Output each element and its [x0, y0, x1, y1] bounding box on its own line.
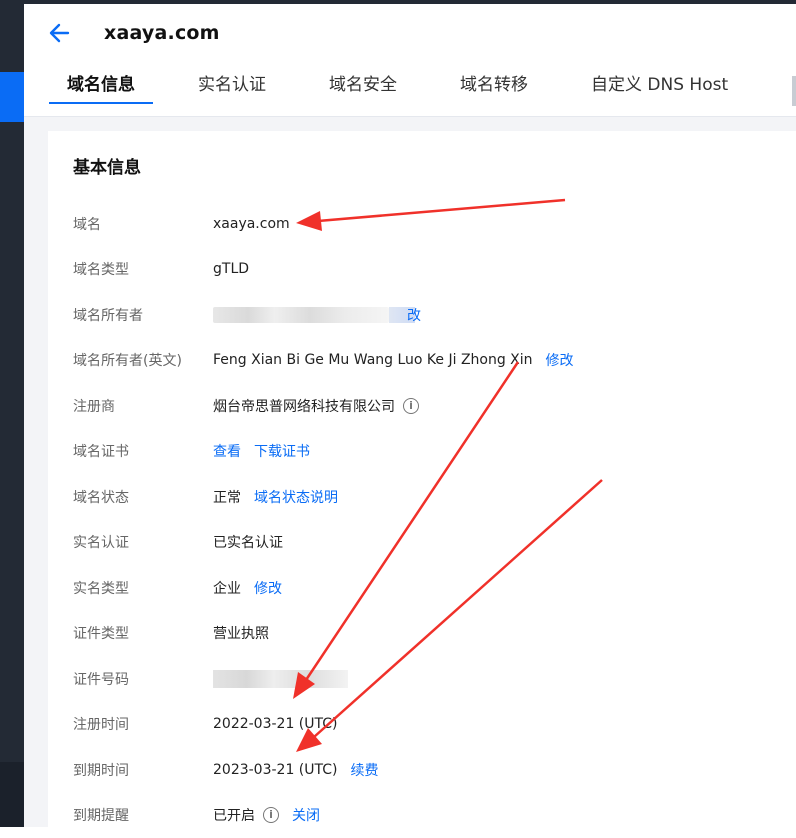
- row-domain-type: 域名类型 gTLD: [73, 247, 796, 293]
- row-domain: 域名 xaaya.com: [73, 201, 796, 247]
- redacted-owner-name: [213, 307, 389, 323]
- registrar-text: 烟台帝思普网络科技有限公司: [213, 396, 395, 416]
- tab-domain-transfer[interactable]: 域名转移: [442, 72, 546, 104]
- disable-reminder-link[interactable]: 关闭: [292, 805, 320, 825]
- label-owner-en: 域名所有者(英文): [73, 350, 213, 370]
- row-owner-en: 域名所有者(英文) Feng Xian Bi Ge Mu Wang Luo Ke…: [73, 338, 796, 384]
- card-title: 基本信息: [73, 153, 141, 178]
- owner-en-text: Feng Xian Bi Ge Mu Wang Luo Ke Ji Zhong …: [213, 352, 533, 368]
- value-certificate: 查看 下载证书: [213, 441, 310, 461]
- row-real-name-type: 实名类型 企业 修改: [73, 565, 796, 611]
- status-text: 正常: [213, 487, 241, 507]
- tab-real-name[interactable]: 实名认证: [180, 72, 284, 104]
- label-id-number: 证件号码: [73, 669, 213, 689]
- label-real-name: 实名认证: [73, 532, 213, 552]
- app-sidebar: [0, 0, 24, 827]
- row-registrar: 注册商 烟台帝思普网络科技有限公司 i: [73, 383, 796, 429]
- main-content: xaaya.com 域名信息 实名认证 域名安全 域名转移 自定义 DNS Ho…: [24, 4, 796, 827]
- label-id-type: 证件类型: [73, 623, 213, 643]
- tab-domain-info[interactable]: 域名信息: [49, 72, 153, 104]
- value-id-number: [213, 670, 348, 688]
- edit-real-name-type-link[interactable]: 修改: [254, 578, 282, 598]
- sidebar-footer: [0, 762, 24, 827]
- label-exp-reminder: 到期提醒: [73, 805, 213, 825]
- label-owner: 域名所有者: [73, 305, 213, 325]
- page-header: xaaya.com 域名信息 实名认证 域名安全 域名转移 自定义 DNS Ho…: [24, 4, 796, 117]
- redacted-id-number: [213, 670, 348, 688]
- edit-owner-link[interactable]: 改: [407, 305, 421, 325]
- row-id-type: 证件类型 营业执照: [73, 611, 796, 657]
- row-owner: 域名所有者 改: [73, 292, 796, 338]
- page-title: xaaya.com: [104, 22, 220, 44]
- row-exp-reminder: 到期提醒 已开启 i 关闭: [73, 793, 796, 838]
- row-reg-time: 注册时间 2022-03-21 (UTC): [73, 702, 796, 748]
- exp-reminder-text: 已开启: [213, 805, 255, 825]
- sidebar-active-item[interactable]: [0, 72, 24, 122]
- label-certificate: 域名证书: [73, 441, 213, 461]
- value-domain-type: gTLD: [213, 261, 249, 277]
- real-name-type-text: 企业: [213, 578, 241, 598]
- row-real-name: 实名认证 已实名认证: [73, 520, 796, 566]
- label-exp-time: 到期时间: [73, 760, 213, 780]
- value-owner-en: Feng Xian Bi Ge Mu Wang Luo Ke Ji Zhong …: [213, 350, 574, 370]
- view-certificate-link[interactable]: 查看: [213, 441, 241, 461]
- exp-time-text: 2023-03-21 (UTC): [213, 762, 338, 778]
- value-owner: 改: [213, 305, 421, 325]
- label-domain: 域名: [73, 214, 213, 234]
- value-exp-time: 2023-03-21 (UTC) 续费: [213, 760, 379, 780]
- value-reg-time: 2022-03-21 (UTC): [213, 716, 338, 732]
- label-status: 域名状态: [73, 487, 213, 507]
- download-certificate-link[interactable]: 下载证书: [254, 441, 310, 461]
- label-domain-type: 域名类型: [73, 259, 213, 279]
- tab-scroll-indicator[interactable]: [792, 76, 796, 106]
- tab-bar: 域名信息 实名认证 域名安全 域名转移 自定义 DNS Host: [49, 72, 773, 105]
- tab-custom-dns-host[interactable]: 自定义 DNS Host: [573, 72, 746, 104]
- info-icon[interactable]: i: [403, 398, 419, 414]
- basic-info-card: 基本信息 域名 xaaya.com 域名类型 gTLD 域名所有者 改 域名所有…: [48, 131, 796, 827]
- tab-domain-security[interactable]: 域名安全: [311, 72, 415, 104]
- renew-link[interactable]: 续费: [351, 760, 379, 780]
- value-exp-reminder: 已开启 i 关闭: [213, 805, 320, 825]
- value-registrar: 烟台帝思普网络科技有限公司 i: [213, 396, 419, 416]
- label-registrar: 注册商: [73, 396, 213, 416]
- row-status: 域名状态 正常 域名状态说明: [73, 474, 796, 520]
- value-domain: xaaya.com: [213, 216, 290, 232]
- status-help-link[interactable]: 域名状态说明: [254, 487, 338, 507]
- row-exp-time: 到期时间 2023-03-21 (UTC) 续费: [73, 747, 796, 793]
- row-certificate: 域名证书 查看 下载证书: [73, 429, 796, 475]
- row-id-number: 证件号码: [73, 656, 796, 702]
- label-reg-time: 注册时间: [73, 714, 213, 734]
- value-real-name: 已实名认证: [213, 532, 283, 552]
- reminder-info-icon[interactable]: i: [263, 807, 279, 823]
- value-id-type: 营业执照: [213, 623, 269, 643]
- back-arrow-icon[interactable]: [48, 22, 70, 44]
- label-real-name-type: 实名类型: [73, 578, 213, 598]
- value-real-name-type: 企业 修改: [213, 578, 282, 598]
- value-status: 正常 域名状态说明: [213, 487, 338, 507]
- info-list: 域名 xaaya.com 域名类型 gTLD 域名所有者 改 域名所有者(英文)…: [73, 201, 796, 838]
- edit-owner-en-link[interactable]: 修改: [546, 350, 574, 370]
